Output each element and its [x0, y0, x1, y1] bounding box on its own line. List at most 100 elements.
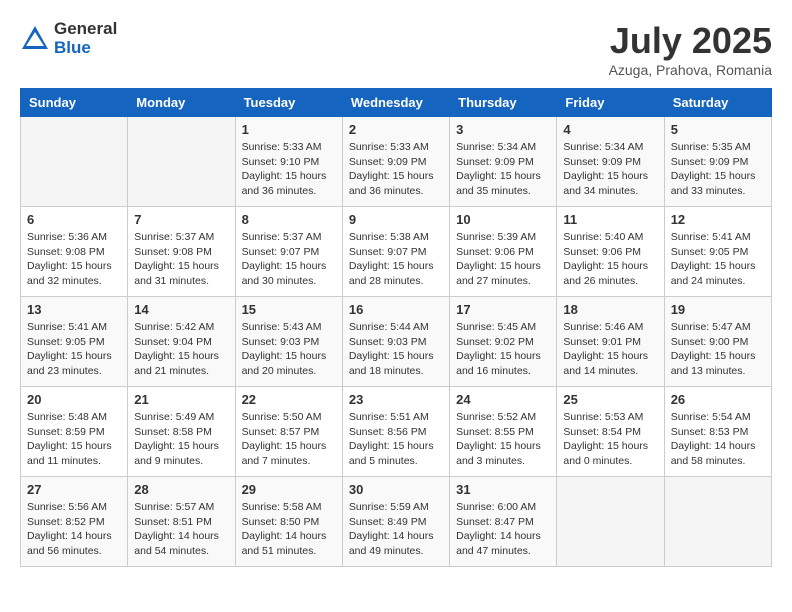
calendar-cell: 19Sunrise: 5:47 AM Sunset: 9:00 PM Dayli… — [664, 297, 771, 387]
day-number: 22 — [242, 392, 336, 407]
day-info: Sunrise: 5:41 AM Sunset: 9:05 PM Dayligh… — [27, 320, 121, 379]
calendar-cell: 11 Sunrise: 5:40 AM Sunset: 9:06 PM Dayli… — [557, 207, 664, 297]
logo-blue: Blue — [54, 39, 117, 58]
day-info: Sunrise: 5:36 AM Sunset: 9:08 PM Dayligh… — [27, 230, 121, 289]
day-number: 25 — [563, 392, 657, 407]
day-info: Sunrise: 5:45 AM Sunset: 9:02 PM Dayligh… — [456, 320, 550, 379]
day-number: 21 — [134, 392, 228, 407]
logo-text: General Blue — [54, 20, 117, 57]
day-number: 12 — [671, 212, 765, 227]
day-info: Sunrise: 5:52 AM Sunset: 8:55 PM Dayligh… — [456, 410, 550, 469]
day-number: 1 — [242, 122, 336, 137]
day-number: 31 — [456, 482, 550, 497]
weekday-header: Monday — [128, 89, 235, 117]
logo: General Blue — [20, 20, 117, 57]
calendar-cell — [664, 477, 771, 567]
calendar-week-row: 1 Sunrise: 5:33 AM Sunset: 9:10 PM Daylig… — [21, 117, 772, 207]
weekday-header: Saturday — [664, 89, 771, 117]
calendar-cell: 29 Sunrise: 5:58 AM Sunset: 8:50 PM Dayli… — [235, 477, 342, 567]
calendar-cell: 12 Sunrise: 5:41 AM Sunset: 9:05 PM Dayli… — [664, 207, 771, 297]
calendar-cell: 16Sunrise: 5:44 AM Sunset: 9:03 PM Dayli… — [342, 297, 449, 387]
calendar-cell: 3Sunrise: 5:34 AM Sunset: 9:09 PM Daylig… — [450, 117, 557, 207]
day-number: 2 — [349, 122, 443, 137]
calendar-cell: 10 Sunrise: 5:39 AM Sunset: 9:06 PM Dayli… — [450, 207, 557, 297]
calendar-cell: 17 Sunrise: 5:45 AM Sunset: 9:02 PM Dayli… — [450, 297, 557, 387]
calendar-week-row: 27 Sunrise: 5:56 AM Sunset: 8:52 PM Dayli… — [21, 477, 772, 567]
day-info: Sunrise: 5:34 AM Sunset: 9:09 PM Dayligh… — [563, 140, 657, 199]
day-number: 6 — [27, 212, 121, 227]
day-info: Sunrise: 5:39 AM Sunset: 9:06 PM Dayligh… — [456, 230, 550, 289]
weekday-header: Friday — [557, 89, 664, 117]
calendar-cell: 21 Sunrise: 5:49 AM Sunset: 8:58 PM Dayli… — [128, 387, 235, 477]
calendar-cell: 4 Sunrise: 5:34 AM Sunset: 9:09 PM Daylig… — [557, 117, 664, 207]
logo-general: General — [54, 20, 117, 39]
calendar-cell: 8 Sunrise: 5:37 AM Sunset: 9:07 PM Daylig… — [235, 207, 342, 297]
day-info: Sunrise: 5:34 AM Sunset: 9:09 PM Dayligh… — [456, 140, 550, 199]
calendar-cell: 6 Sunrise: 5:36 AM Sunset: 9:08 PM Daylig… — [21, 207, 128, 297]
calendar-cell: 24 Sunrise: 5:52 AM Sunset: 8:55 PM Dayli… — [450, 387, 557, 477]
weekday-header: Wednesday — [342, 89, 449, 117]
day-info: Sunrise: 5:54 AM Sunset: 8:53 PM Dayligh… — [671, 410, 765, 469]
calendar-header-row: SundayMondayTuesdayWednesdayThursdayFrid… — [21, 89, 772, 117]
day-number: 10 — [456, 212, 550, 227]
logo-icon — [20, 24, 50, 54]
calendar-cell: 30 Sunrise: 5:59 AM Sunset: 8:49 PM Dayli… — [342, 477, 449, 567]
day-number: 24 — [456, 392, 550, 407]
day-number: 7 — [134, 212, 228, 227]
day-number: 8 — [242, 212, 336, 227]
calendar-table: SundayMondayTuesdayWednesdayThursdayFrid… — [20, 88, 772, 567]
day-number: 14 — [134, 302, 228, 317]
title-area: July 2025 Azuga, Prahova, Romania — [609, 20, 772, 78]
day-info: Sunrise: 5:59 AM Sunset: 8:49 PM Dayligh… — [349, 500, 443, 559]
day-info: Sunrise: 5:43 AM Sunset: 9:03 PM Dayligh… — [242, 320, 336, 379]
day-number: 23 — [349, 392, 443, 407]
day-info: Sunrise: 5:37 AM Sunset: 9:08 PM Dayligh… — [134, 230, 228, 289]
day-info: Sunrise: 5:33 AM Sunset: 9:09 PM Dayligh… — [349, 140, 443, 199]
day-info: Sunrise: 5:38 AM Sunset: 9:07 PM Dayligh… — [349, 230, 443, 289]
calendar-week-row: 20Sunrise: 5:48 AM Sunset: 8:59 PM Dayli… — [21, 387, 772, 477]
day-number: 4 — [563, 122, 657, 137]
day-info: Sunrise: 5:37 AM Sunset: 9:07 PM Dayligh… — [242, 230, 336, 289]
calendar-cell: 15Sunrise: 5:43 AM Sunset: 9:03 PM Dayli… — [235, 297, 342, 387]
day-info: Sunrise: 5:49 AM Sunset: 8:58 PM Dayligh… — [134, 410, 228, 469]
calendar-cell — [21, 117, 128, 207]
calendar-cell: 1 Sunrise: 5:33 AM Sunset: 9:10 PM Daylig… — [235, 117, 342, 207]
day-info: Sunrise: 5:41 AM Sunset: 9:05 PM Dayligh… — [671, 230, 765, 289]
day-number: 5 — [671, 122, 765, 137]
day-number: 17 — [456, 302, 550, 317]
day-info: Sunrise: 5:46 AM Sunset: 9:01 PM Dayligh… — [563, 320, 657, 379]
calendar-cell: 13Sunrise: 5:41 AM Sunset: 9:05 PM Dayli… — [21, 297, 128, 387]
calendar-cell — [128, 117, 235, 207]
day-number: 28 — [134, 482, 228, 497]
day-info: Sunrise: 5:44 AM Sunset: 9:03 PM Dayligh… — [349, 320, 443, 379]
calendar-cell: 22Sunrise: 5:50 AM Sunset: 8:57 PM Dayli… — [235, 387, 342, 477]
weekday-header: Thursday — [450, 89, 557, 117]
calendar-cell: 23 Sunrise: 5:51 AM Sunset: 8:56 PM Dayli… — [342, 387, 449, 477]
calendar-cell: 2 Sunrise: 5:33 AM Sunset: 9:09 PM Daylig… — [342, 117, 449, 207]
weekday-header: Tuesday — [235, 89, 342, 117]
day-number: 20 — [27, 392, 121, 407]
location: Azuga, Prahova, Romania — [609, 62, 772, 78]
calendar-cell: 20Sunrise: 5:48 AM Sunset: 8:59 PM Dayli… — [21, 387, 128, 477]
day-info: Sunrise: 5:56 AM Sunset: 8:52 PM Dayligh… — [27, 500, 121, 559]
calendar-cell: 27 Sunrise: 5:56 AM Sunset: 8:52 PM Dayli… — [21, 477, 128, 567]
day-number: 26 — [671, 392, 765, 407]
calendar-cell: 25Sunrise: 5:53 AM Sunset: 8:54 PM Dayli… — [557, 387, 664, 477]
day-number: 19 — [671, 302, 765, 317]
calendar-cell: 18Sunrise: 5:46 AM Sunset: 9:01 PM Dayli… — [557, 297, 664, 387]
calendar-cell: 28Sunrise: 5:57 AM Sunset: 8:51 PM Dayli… — [128, 477, 235, 567]
day-info: Sunrise: 6:00 AM Sunset: 8:47 PM Dayligh… — [456, 500, 550, 559]
day-info: Sunrise: 5:51 AM Sunset: 8:56 PM Dayligh… — [349, 410, 443, 469]
day-info: Sunrise: 5:40 AM Sunset: 9:06 PM Dayligh… — [563, 230, 657, 289]
day-number: 30 — [349, 482, 443, 497]
day-info: Sunrise: 5:42 AM Sunset: 9:04 PM Dayligh… — [134, 320, 228, 379]
weekday-header: Sunday — [21, 89, 128, 117]
day-number: 27 — [27, 482, 121, 497]
day-number: 11 — [563, 212, 657, 227]
day-info: Sunrise: 5:58 AM Sunset: 8:50 PM Dayligh… — [242, 500, 336, 559]
day-info: Sunrise: 5:35 AM Sunset: 9:09 PM Dayligh… — [671, 140, 765, 199]
day-number: 29 — [242, 482, 336, 497]
day-info: Sunrise: 5:33 AM Sunset: 9:10 PM Dayligh… — [242, 140, 336, 199]
page-header: General Blue July 2025 Azuga, Prahova, R… — [20, 20, 772, 78]
calendar-cell: 7 Sunrise: 5:37 AM Sunset: 9:08 PM Daylig… — [128, 207, 235, 297]
